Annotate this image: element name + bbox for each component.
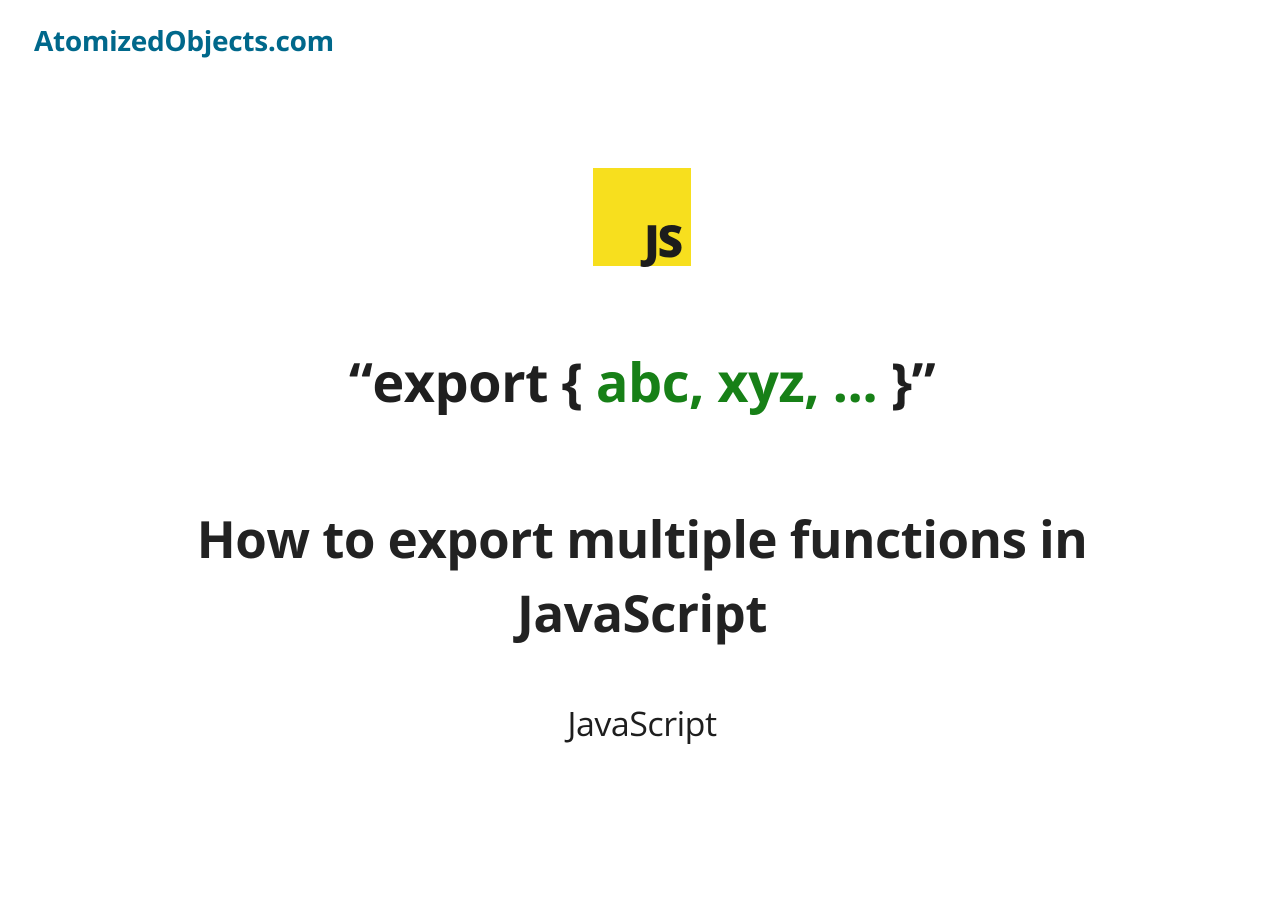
- javascript-icon-text: JS: [644, 218, 681, 262]
- snippet-suffix: }”: [877, 344, 935, 418]
- snippet-prefix: “export {: [349, 344, 596, 418]
- content-wrapper: JS “export { abc, xyz, ... }” How to exp…: [0, 168, 1284, 746]
- code-snippet: “export { abc, xyz, ... }”: [349, 344, 935, 418]
- javascript-icon: JS: [593, 168, 691, 266]
- article-title: How to export multiple functions in Java…: [182, 502, 1102, 650]
- category-label: JavaScript: [567, 700, 716, 746]
- site-brand: AtomizedObjects.com: [34, 22, 334, 60]
- snippet-highlight: abc, xyz, ...: [596, 344, 877, 418]
